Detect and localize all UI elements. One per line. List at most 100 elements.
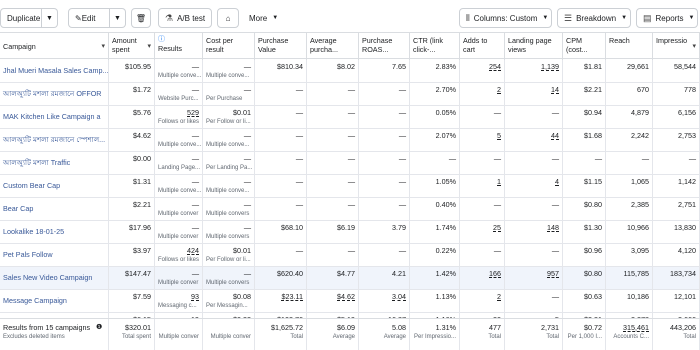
footer-total-value [158, 323, 199, 332]
metric-value: 424 [187, 246, 199, 255]
tag-button[interactable]: ⌂ [217, 8, 239, 28]
campaign-name-cell[interactable]: আলঅ্যুটি মশলা Traffic [0, 152, 109, 175]
table-row[interactable]: আলঅ্যুটি মশলা রমজানে OFFOR $1.72 — Website … [0, 83, 700, 106]
metric-value: $0.80 [584, 200, 602, 209]
metric-value: 183,734 [670, 269, 696, 278]
metric-value: $810.34 [277, 62, 303, 71]
column-header-1[interactable]: Amount spent ▾ [109, 33, 155, 60]
metric-cell-roas: 7.65 [359, 60, 410, 83]
metric-cell-avg: — [307, 198, 359, 221]
metric-cell-roas: — [359, 244, 410, 267]
campaign-name-link[interactable]: Message Campaign [3, 292, 105, 310]
campaign-name-link[interactable]: MAK Kitchen Like Campaign a [3, 108, 105, 126]
metric-value: $105.95 [125, 62, 151, 71]
campaign-name-cell[interactable]: আলঅ্যুটি মশলা রমজানে স্পেশাল... [0, 129, 109, 152]
campaign-name-link[interactable]: আলঅ্যুটি মশলা রমজানে OFFOR [3, 85, 105, 103]
campaign-name-link[interactable]: আলঅ্যুটি মশলা রমজানে স্পেশাল... [3, 131, 105, 149]
metric-value: 25 [493, 223, 501, 232]
metric-value: — [347, 108, 355, 117]
footer-total-subtext: Total [488, 334, 501, 340]
column-header-6[interactable]: Purchase ROAS... [359, 33, 410, 60]
metric-subtext: Multiple conver [158, 234, 199, 240]
metric-value: — [551, 200, 559, 209]
metric-value: 10,186 [627, 292, 649, 301]
edit-dropdown-caret[interactable]: ▼ [110, 8, 126, 28]
footer-total-subtext: Average [332, 334, 355, 340]
campaign-name-cell[interactable]: Jhal Mueri Masala Sales Camp... [0, 60, 109, 83]
sort-chevron-icon: ▾ [147, 43, 151, 50]
info-icon: ❶ [96, 324, 103, 331]
duplicate-button[interactable]: Duplicate [0, 8, 42, 28]
column-header-10[interactable]: CPM (cost... [563, 33, 606, 60]
campaign-name-link[interactable]: Custom Bear Cap [3, 177, 105, 195]
column-header-5[interactable]: Average purcha... [307, 33, 359, 60]
metric-cell-atc: 5 [460, 129, 505, 152]
table-row[interactable]: MAK Kitchen Like Campaign a $5.76 529 Follo… [0, 106, 700, 129]
breakdown-label: Breakdown [576, 13, 617, 23]
reports-button[interactable]: ▤ Reports ▼ [636, 8, 698, 28]
campaign-name-cell[interactable]: Custom Bear Cap [0, 175, 109, 198]
campaign-name-cell[interactable]: Message Campaign [0, 290, 109, 313]
table-row[interactable]: Message Campaign $7.59 93 Messaging c... $0.… [0, 290, 700, 313]
metric-value: $3.97 [133, 246, 151, 255]
table-row[interactable]: Sales New Video Campaign $147.47 — Multiple… [0, 267, 700, 290]
column-header-12[interactable]: Impressio ▾ [653, 33, 700, 60]
column-header-9[interactable]: Landing page views [505, 33, 563, 60]
metric-cell-atc: 1 [460, 175, 505, 198]
table-row[interactable]: Lookalike 18-01-25 $17.96 — Multiple conver… [0, 221, 700, 244]
campaign-name-link[interactable]: Sales New Video Campaign [3, 269, 105, 287]
table-row[interactable]: Pet Pals Follow $3.97 424 Follows or likes $… [0, 244, 700, 267]
metric-cell-cpr: — Per Landing Pa... [203, 152, 255, 175]
campaign-name-link[interactable]: Lookalike 18-01-25 [3, 223, 105, 241]
metric-cell-results: 424 Follows or likes [155, 244, 203, 267]
column-header-label: Purchase ROAS... [362, 36, 393, 54]
table-row[interactable]: Custom Bear Cap $1.31 — Multiple conve... — M… [0, 175, 700, 198]
metric-cell-impr: 4,120 [653, 244, 700, 267]
duplicate-dropdown-caret[interactable]: ▼ [42, 8, 58, 28]
metric-cell-lpv: — [505, 106, 563, 129]
table-row[interactable]: Jhal Mueri Masala Sales Camp... $105.95 — M… [0, 60, 700, 83]
metric-value: 14 [551, 85, 559, 94]
excludes-deleted-note: Excludes deleted items [3, 334, 65, 340]
campaign-name-link[interactable]: আলঅ্যুটি মশলা Traffic [3, 154, 105, 172]
campaign-name-cell[interactable]: Sales New Video Campaign [0, 267, 109, 290]
campaign-name-cell[interactable]: MAK Kitchen Like Campaign a [0, 106, 109, 129]
metric-subtext: Website Purc... [158, 96, 199, 102]
column-header-4[interactable]: Purchase Value [255, 33, 307, 60]
delete-button[interactable]: 🗑 [131, 8, 151, 28]
campaign-name-link[interactable]: Pet Pals Follow [3, 246, 105, 264]
column-header-8[interactable]: Adds to cart [460, 33, 505, 60]
column-header-0[interactable]: Campaign ▾ [0, 33, 109, 60]
footer-total-value: 477 [489, 323, 501, 332]
ab-test-button[interactable]: ⚗ A/B test [158, 8, 212, 28]
metric-subtext: Per Messagin... [206, 303, 248, 309]
column-header-2[interactable]: ⓘ Results [155, 33, 203, 60]
campaign-name-link[interactable]: Jhal Mueri Masala Sales Camp... [3, 62, 108, 80]
metric-cell-cpr: — Multiple conve... [203, 129, 255, 152]
metric-cell-impr: 183,734 [653, 267, 700, 290]
metric-cell-roas: 3.79 [359, 221, 410, 244]
more-button[interactable]: More ▼ [243, 8, 287, 28]
breakdown-button[interactable]: ☰ Breakdown ▼ [557, 8, 631, 28]
campaign-name-cell[interactable]: Pet Pals Follow [0, 244, 109, 267]
metric-value: 3.79 [392, 223, 406, 232]
campaign-name-cell[interactable]: Lookalike 18-01-25 [0, 221, 109, 244]
metric-value: — [551, 246, 559, 255]
footer-total-value: $0.72 [584, 323, 602, 332]
metric-cell-cpm: $0.63 [563, 290, 606, 313]
campaign-name-cell[interactable]: Bear Cap [0, 198, 109, 221]
edit-button[interactable]: ✎ Edit [68, 8, 110, 28]
campaign-name-link[interactable]: Bear Cap [3, 200, 105, 218]
metric-cell-avg: — [307, 129, 359, 152]
metric-cell-atc: 2 [460, 290, 505, 313]
table-row[interactable]: আলঅ্যুটি মশলা রমজানে স্পেশাল... $4.62 — Mul… [0, 129, 700, 152]
column-header-11[interactable]: Reach [606, 33, 653, 60]
metric-subtext: Multiple convers [206, 280, 250, 286]
table-row[interactable]: Bear Cap $2.21 — Multiple conver — Multiple c… [0, 198, 700, 221]
metric-value: — [295, 108, 303, 117]
column-header-7[interactable]: CTR (link click-... [410, 33, 460, 60]
campaign-name-cell[interactable]: আলঅ্যুটি মশলা রমজানে OFFOR [0, 83, 109, 106]
columns-button[interactable]: ⫴ Columns: Custom ▼ [459, 8, 552, 28]
table-row[interactable]: আলঅ্যুটি মশলা Traffic $0.00 — Landing Page.… [0, 152, 700, 175]
column-header-3[interactable]: Cost per result [203, 33, 255, 60]
